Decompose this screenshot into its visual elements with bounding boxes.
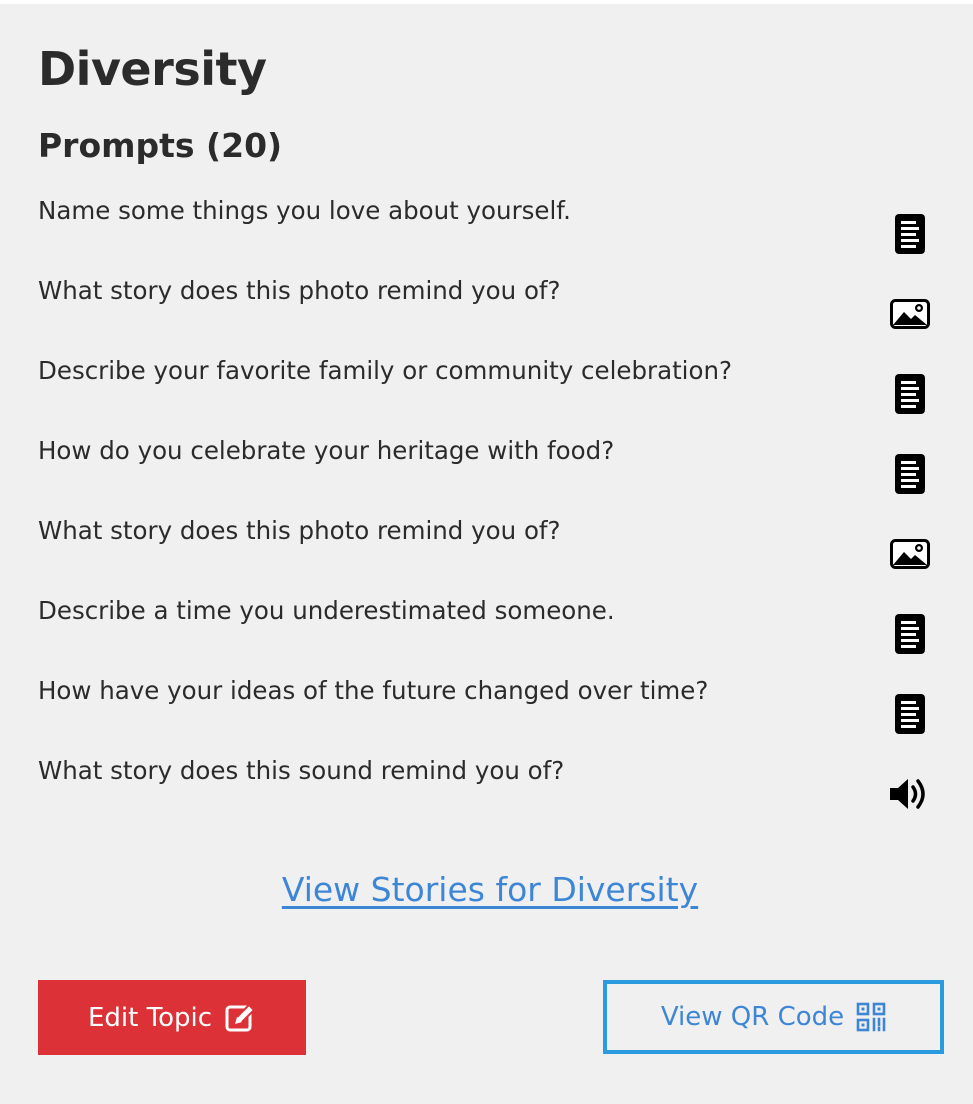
- view-qr-code-label: View QR Code: [660, 1002, 845, 1032]
- document-icon: [888, 612, 932, 656]
- prompt-item[interactable]: What story does this photo remind you of…: [0, 274, 973, 354]
- prompt-item[interactable]: Name some things you love about yourself…: [0, 194, 973, 274]
- document-icon: [888, 452, 932, 496]
- prompt-item[interactable]: How do you celebrate your heritage with …: [0, 434, 973, 514]
- image-icon: [888, 292, 932, 336]
- prompt-text: What story does this photo remind you of…: [38, 516, 561, 545]
- topic-card: Diversity Prompts (20) Name some things …: [0, 4, 973, 1104]
- prompt-text: Name some things you love about yourself…: [38, 196, 571, 225]
- edit-icon: [224, 1002, 256, 1034]
- view-qr-code-button[interactable]: View QR Code: [603, 980, 944, 1054]
- qr-code-icon: [856, 1002, 886, 1032]
- prompt-text: What story does this sound remind you of…: [38, 756, 565, 785]
- prompt-text: Describe a time you underestimated someo…: [38, 596, 615, 625]
- prompt-item[interactable]: What story does this photo remind you of…: [0, 514, 973, 594]
- prompt-list: Name some things you love about yourself…: [0, 194, 973, 834]
- topic-title: Diversity: [38, 42, 267, 96]
- prompts-heading: Prompts (20): [38, 126, 283, 165]
- edit-topic-label: Edit Topic: [87, 1002, 212, 1033]
- view-stories-link[interactable]: View Stories for Diversity: [0, 870, 973, 909]
- image-icon: [888, 532, 932, 576]
- audio-icon: [888, 772, 932, 816]
- document-icon: [888, 692, 932, 736]
- prompt-text: What story does this photo remind you of…: [38, 276, 561, 305]
- prompt-text: Describe your favorite family or communi…: [38, 356, 733, 385]
- edit-topic-button[interactable]: Edit Topic: [38, 980, 306, 1055]
- prompt-text: How do you celebrate your heritage with …: [38, 436, 615, 465]
- prompt-item[interactable]: What story does this sound remind you of…: [0, 754, 973, 834]
- document-icon: [888, 212, 932, 256]
- prompt-item[interactable]: Describe your favorite family or communi…: [0, 354, 973, 434]
- prompt-text: How have your ideas of the future change…: [38, 676, 709, 705]
- prompt-item[interactable]: How have your ideas of the future change…: [0, 674, 973, 754]
- document-icon: [888, 372, 932, 416]
- prompt-item[interactable]: Describe a time you underestimated someo…: [0, 594, 973, 674]
